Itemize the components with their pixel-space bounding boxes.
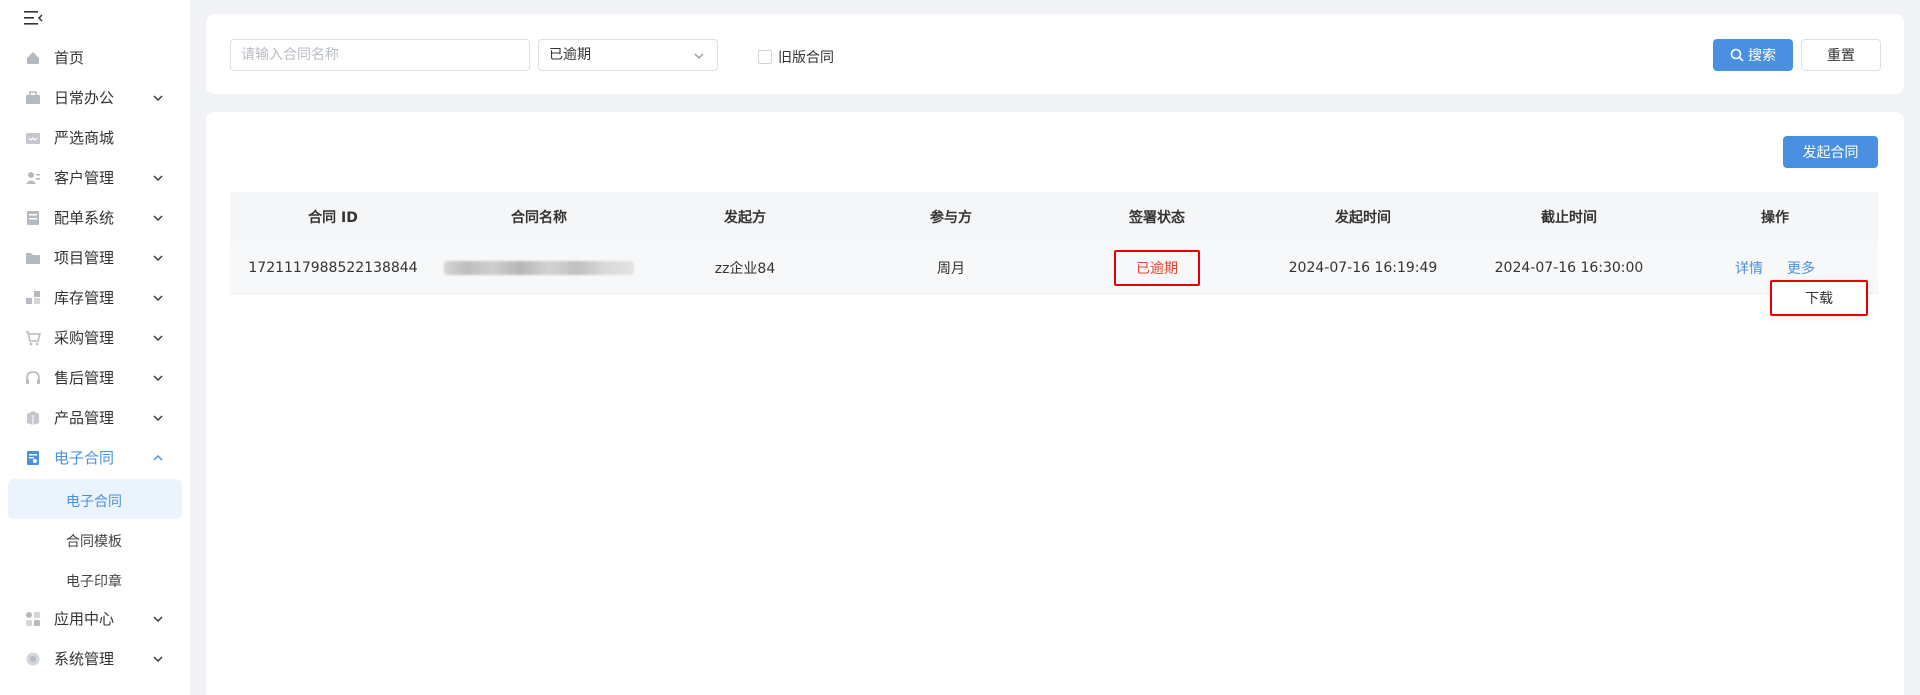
chevron-down-icon [153, 215, 163, 221]
sidebar-item-inventory[interactable]: 库存管理 [0, 278, 190, 318]
more-link[interactable]: 更多 [1787, 258, 1815, 278]
search-button-label: 搜索 [1748, 48, 1776, 64]
chevron-up-icon [153, 455, 163, 461]
reset-button-label: 重置 [1827, 48, 1855, 64]
sidebar-item-label: 库存管理 [54, 289, 115, 307]
sidebar-item-daily-office[interactable]: 日常办公 [0, 78, 190, 118]
settings-icon [26, 652, 40, 666]
chevron-down-icon [153, 95, 163, 101]
contract-name-redacted [444, 260, 634, 275]
sidebar-item-label: 严选商城 [54, 129, 115, 147]
sidebar-subitem-contract-template[interactable]: 合同模板 [8, 519, 182, 559]
briefcase-icon [26, 91, 40, 104]
contract-id-cell: 1721117988522138844 [248, 259, 418, 276]
table-header: 合同 ID 合同名称 发起方 参与方 签署状态 发起时间 截止时间 操作 [230, 192, 1878, 242]
checkbox-box[interactable] [758, 50, 772, 64]
sidebar-item-purchase[interactable]: 采购管理 [0, 318, 190, 358]
sidebar-item-label: 采购管理 [54, 329, 115, 347]
sidebar-item-label: 系统管理 [54, 650, 115, 668]
search-icon [1730, 48, 1744, 62]
sidebar-subitem-label: 电子印章 [66, 574, 122, 590]
sidebar-subitem-label: 电子合同 [66, 494, 122, 510]
folder-icon [26, 253, 40, 264]
sidebar-subitem-e-contract[interactable]: 电子合同 [8, 479, 182, 519]
chevron-down-icon [153, 616, 163, 622]
sidebar-item-app-center[interactable]: 应用中心 [0, 599, 190, 639]
table-row: 1721117988522138844 zz企业84 周月 已逾期 2024-0… [230, 242, 1878, 294]
detail-link[interactable]: 详情 [1735, 258, 1763, 278]
sidebar-item-label: 首页 [54, 49, 85, 67]
customer-icon [26, 172, 40, 184]
status-select[interactable]: 已逾期 [538, 39, 718, 71]
reset-button[interactable]: 重置 [1801, 39, 1881, 71]
initiate-contract-label: 发起合同 [1802, 145, 1859, 161]
sidebar-item-label: 客户管理 [54, 169, 115, 187]
chevron-down-icon [153, 335, 163, 341]
column-header-end-time: 截止时间 [1541, 210, 1597, 226]
sidebar-item-project[interactable]: 项目管理 [0, 238, 190, 278]
participant-cell: 周月 [937, 260, 965, 277]
column-header-actions: 操作 [1761, 210, 1789, 226]
cart-icon [26, 331, 41, 346]
sidebar-item-order-system[interactable]: 配单系统 [0, 198, 190, 238]
chevron-down-icon [153, 175, 163, 181]
inventory-icon [26, 291, 40, 304]
chevron-down-icon [153, 656, 163, 662]
sidebar-item-label: 配单系统 [54, 209, 115, 227]
sidebar-item-label: 应用中心 [54, 610, 115, 628]
home-icon [27, 52, 39, 64]
chevron-down-icon [153, 375, 163, 381]
column-header-status: 签署状态 [1129, 210, 1185, 226]
apps-icon [26, 612, 40, 626]
box-icon [27, 411, 39, 425]
sidebar-item-home[interactable]: 首页 [0, 38, 190, 78]
old-version-checkbox[interactable]: 旧版合同 [758, 47, 834, 67]
status-cell: 已逾期 [1054, 242, 1260, 293]
headset-icon [26, 371, 40, 384]
initiator-cell: zz企业84 [714, 260, 776, 277]
sidebar-item-label: 日常办公 [54, 89, 115, 107]
column-header-participant: 参与方 [930, 210, 972, 226]
sidebar-item-customer[interactable]: 客户管理 [0, 158, 190, 198]
sidebar: 首页 日常办公 严选商城 客户管理 配单系统 项目管理 库存管理 采购管理 售后… [0, 0, 190, 695]
contract-name-cell [436, 242, 642, 293]
column-header-initiator: 发起方 [724, 210, 766, 226]
column-header-name: 合同名称 [511, 210, 567, 226]
status-badge: 已逾期 [1114, 249, 1200, 286]
start-time-cell: 2024-07-16 16:19:49 [1288, 259, 1438, 276]
store-icon [26, 133, 40, 144]
sidebar-item-e-contract[interactable]: 电子合同 [0, 438, 190, 478]
sidebar-subitem-label: 合同模板 [66, 534, 122, 550]
old-version-label: 旧版合同 [778, 50, 834, 66]
menu-collapse-icon[interactable] [24, 10, 44, 26]
filter-bar: 已逾期 旧版合同 搜索 重置 [206, 14, 1904, 94]
contract-name-input[interactable] [230, 39, 530, 71]
sidebar-item-label: 产品管理 [54, 409, 115, 427]
initiate-contract-button[interactable]: 发起合同 [1783, 136, 1878, 168]
column-header-start-time: 发起时间 [1335, 210, 1391, 226]
search-button[interactable]: 搜索 [1713, 39, 1793, 71]
status-select-value: 已逾期 [549, 47, 591, 63]
chevron-down-icon [153, 255, 163, 261]
chevron-down-icon [153, 295, 163, 301]
sidebar-item-system[interactable]: 系统管理 [0, 639, 190, 679]
sidebar-item-after-sales[interactable]: 售后管理 [0, 358, 190, 398]
column-header-id: 合同 ID [308, 210, 358, 226]
sidebar-item-label: 电子合同 [54, 449, 115, 467]
sidebar-item-product[interactable]: 产品管理 [0, 398, 190, 438]
sidebar-subitem-e-seal[interactable]: 电子印章 [8, 559, 182, 599]
sidebar-item-label: 项目管理 [54, 249, 115, 267]
chevron-down-icon [694, 53, 704, 59]
sidebar-item-mall[interactable]: 严选商城 [0, 118, 190, 158]
end-time-cell: 2024-07-16 16:30:00 [1494, 259, 1644, 276]
download-menu-item[interactable]: 下载 [1770, 280, 1868, 316]
sidebar-item-label: 售后管理 [54, 369, 115, 387]
contract-icon [27, 451, 39, 465]
contract-list-panel: 发起合同 合同 ID 合同名称 发起方 参与方 签署状态 发起时间 截止时间 操… [206, 112, 1904, 695]
chevron-down-icon [153, 415, 163, 421]
order-icon [27, 211, 39, 225]
